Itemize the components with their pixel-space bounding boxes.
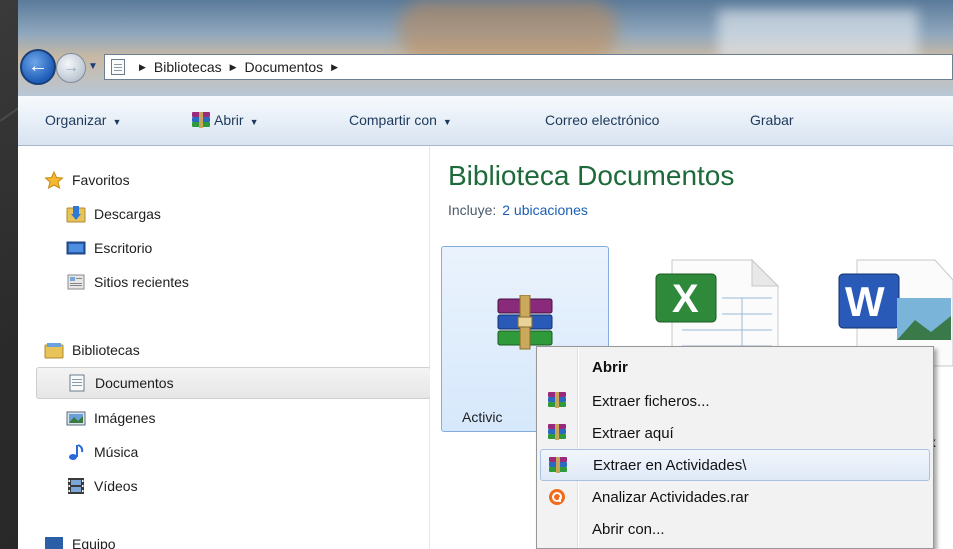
breadcrumb-item-documentos[interactable]: Documentos	[245, 59, 324, 75]
menu-item-extract-to-folder[interactable]: Extraer en Actividades\	[540, 449, 930, 481]
sidebar-item-bibliotecas[interactable]: Bibliotecas	[44, 334, 439, 366]
menu-item-open-with[interactable]: Abrir con...	[540, 513, 930, 545]
menu-item-label: Extraer aquí	[592, 424, 674, 442]
navigation-row: ← → ▼ ▶ Bibliotecas ▶ Documentos ▶	[18, 46, 953, 86]
menu-item-open[interactable]: Abrir	[540, 351, 930, 383]
sidebar-item-label: Sitios recientes	[94, 274, 189, 290]
share-label: Compartir con	[349, 112, 437, 128]
recent-places-icon	[66, 273, 86, 291]
sidebar-item-sitios-recientes[interactable]: Sitios recientes	[66, 266, 461, 298]
sidebar-item-equipo[interactable]: Equipo	[44, 534, 439, 549]
sidebar-item-label: Documentos	[95, 375, 174, 391]
organize-button[interactable]: Organizar ▼	[45, 112, 121, 128]
documents-icon	[67, 374, 87, 392]
chevron-down-icon: ▼	[249, 117, 259, 127]
sidebar-item-videos[interactable]: Vídeos	[66, 470, 461, 502]
includes-line: Incluye: 2 ubicaciones	[448, 202, 588, 218]
music-note-icon	[66, 443, 86, 461]
sidebar-item-label: Favoritos	[72, 172, 130, 188]
menu-item-label: Analizar Actividades.rar	[592, 488, 749, 506]
menu-item-label: Extraer ficheros...	[592, 392, 710, 410]
sidebar-item-imagenes[interactable]: Imágenes	[66, 402, 461, 434]
address-bar[interactable]: ▶ Bibliotecas ▶ Documentos ▶	[104, 54, 953, 80]
locations-link[interactable]: 2 ubicaciones	[502, 202, 588, 218]
winrar-icon	[548, 424, 566, 441]
title-bar: ← → ▼ ▶ Bibliotecas ▶ Documentos ▶	[18, 0, 953, 96]
sidebar-item-label: Escritorio	[94, 240, 153, 256]
page-title: Biblioteca Documentos	[448, 160, 735, 191]
winrar-icon	[548, 392, 566, 409]
recent-pages-dropdown-icon[interactable]: ▼	[88, 61, 98, 72]
organize-label: Organizar	[45, 112, 107, 128]
explorer-window: ← → ▼ ▶ Bibliotecas ▶ Documentos ▶ Organ…	[18, 0, 953, 549]
avast-icon	[548, 488, 566, 505]
sidebar-item-label: Imágenes	[94, 410, 156, 426]
winrar-icon	[192, 112, 210, 128]
sidebar-item-label: Equipo	[72, 536, 116, 549]
film-icon	[66, 477, 86, 495]
email-label: Correo electrónico	[545, 112, 660, 128]
breadcrumb-item-bibliotecas[interactable]: Bibliotecas	[154, 59, 222, 75]
chevron-down-icon: ▼	[442, 117, 452, 127]
desktop-icon	[66, 239, 86, 257]
open-button[interactable]: Abrir ▼	[192, 112, 258, 128]
sidebar-item-favoritos[interactable]: Favoritos	[44, 164, 439, 196]
svg-text:W: W	[845, 278, 885, 325]
back-arrow-icon: ←	[28, 55, 48, 77]
sidebar-item-label: Música	[94, 444, 139, 460]
menu-item-scan-archive[interactable]: Analizar Actividades.rar	[540, 481, 930, 513]
star-icon	[44, 170, 64, 189]
sidebar-item-label: Bibliotecas	[72, 342, 140, 358]
libraries-icon	[44, 341, 64, 359]
email-button[interactable]: Correo electrónico	[545, 112, 659, 128]
context-menu: Abrir Extraer ficheros... Extraer aquí E…	[536, 346, 934, 549]
chevron-right-icon[interactable]: ▶	[230, 62, 237, 73]
menu-item-extract-files[interactable]: Extraer ficheros...	[540, 385, 930, 417]
back-button[interactable]: ←	[20, 49, 56, 85]
menu-item-label: Extraer en Actividades\	[593, 456, 747, 474]
chevron-right-icon[interactable]: ▶	[331, 62, 338, 73]
burn-label: Grabar	[750, 112, 794, 128]
burn-button[interactable]: Grabar	[750, 112, 794, 128]
open-label: Abrir	[214, 112, 244, 128]
includes-label: Incluye:	[448, 202, 497, 218]
menu-item-label: Abrir con...	[592, 520, 665, 538]
sidebar-item-escritorio[interactable]: Escritorio	[66, 232, 461, 264]
pictures-icon	[66, 409, 86, 427]
share-button[interactable]: Compartir con ▼	[349, 112, 452, 128]
menu-item-label: Abrir	[592, 358, 628, 376]
computer-icon	[44, 535, 64, 549]
sidebar-item-label: Vídeos	[94, 478, 138, 494]
forward-arrow-icon: →	[63, 59, 79, 76]
document-icon	[111, 59, 125, 75]
chevron-down-icon: ▼	[112, 117, 122, 127]
sidebar-item-label: Descargas	[94, 206, 161, 222]
navigation-pane: Favoritos Descargas Escritorio Sitios re…	[18, 146, 431, 549]
forward-button[interactable]: →	[56, 53, 86, 83]
chevron-right-icon[interactable]: ▶	[139, 62, 146, 73]
winrar-icon	[549, 457, 567, 474]
downloads-folder-icon	[66, 205, 86, 223]
command-bar: Organizar ▼ Abrir ▼ Compartir con ▼ Correo …	[18, 96, 953, 146]
sidebar-item-musica[interactable]: Música	[66, 436, 461, 468]
menu-item-extract-here[interactable]: Extraer aquí	[540, 417, 930, 449]
sidebar-item-documentos[interactable]: Documentos	[36, 367, 431, 399]
svg-text:X: X	[672, 277, 699, 321]
sidebar-item-descargas[interactable]: Descargas	[66, 198, 461, 230]
breadcrumb: ▶ Bibliotecas ▶ Documentos ▶	[131, 59, 346, 75]
